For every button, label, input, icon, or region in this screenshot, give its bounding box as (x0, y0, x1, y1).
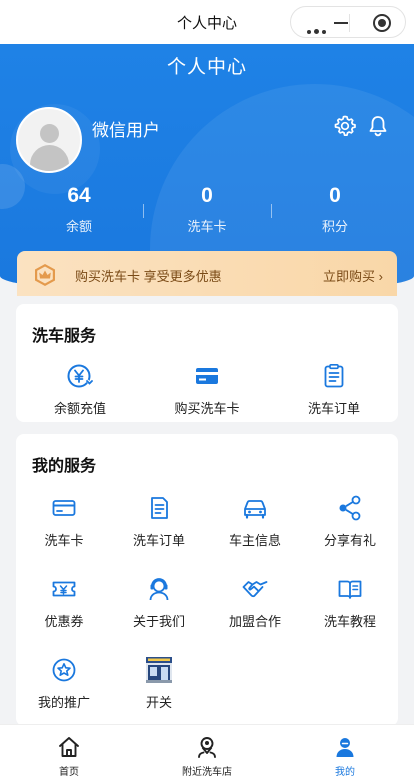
crown-badge-icon (35, 264, 55, 286)
stat-divider (271, 204, 272, 218)
service-person-icon (149, 578, 169, 601)
bell-icon[interactable] (366, 114, 390, 138)
home-icon (59, 737, 79, 757)
gear-icon[interactable] (333, 114, 357, 138)
location-person-icon (198, 737, 216, 758)
more-icon[interactable] (307, 21, 329, 39)
service-share-gift[interactable]: 分享有礼 (310, 494, 390, 549)
wash-services-card: 洗车服务 余额充值 购买洗车卡 洗车订单 (16, 304, 398, 422)
service-franchise[interactable]: 加盟合作 (215, 575, 295, 630)
chevron-right-icon: › (378, 269, 383, 284)
car-icon (244, 500, 266, 519)
stat-balance[interactable]: 64 余额 (14, 184, 144, 235)
service-switch[interactable]: 开关 (119, 656, 199, 711)
star-badge-icon (52, 658, 76, 682)
order-list-icon (151, 497, 168, 519)
clipboard-icon (324, 363, 344, 388)
close-capsule-icon[interactable] (373, 14, 391, 32)
service-wash-card[interactable]: 洗车卡 (24, 494, 104, 549)
coupon-icon (52, 581, 76, 597)
service-wash-orders[interactable]: 洗车订单 (296, 362, 372, 417)
promo-text: 购买洗车卡 享受更多优惠 (75, 269, 222, 284)
share-icon (339, 495, 361, 521)
shop-image-icon (146, 657, 172, 683)
card-icon (196, 368, 218, 384)
service-buy-card[interactable]: 购买洗车卡 (169, 362, 245, 417)
service-balance-recharge[interactable]: 余额充值 (42, 362, 118, 417)
miniprogram-capsule (290, 6, 406, 38)
tab-mine[interactable]: 我的 (285, 735, 405, 778)
my-services-card: 我的服务 洗车卡 洗车订单 车主信息 分享有礼 优惠券 关于我们 加盟合作 洗车… (16, 434, 398, 726)
promo-banner[interactable]: 购买洗车卡 享受更多优惠 立即购买 › (17, 251, 397, 296)
username[interactable]: 微信用户 (92, 116, 160, 141)
my-services-title: 我的服务 (32, 458, 97, 475)
yen-recharge-icon (67, 364, 94, 388)
service-order-list[interactable]: 洗车订单 (119, 494, 199, 549)
stat-wash-card[interactable]: 0 洗车卡 (142, 184, 272, 235)
buy-now-link[interactable]: 立即购买 › (323, 266, 383, 285)
service-tutorial[interactable]: 洗车教程 (310, 575, 390, 630)
minimize-icon[interactable] (334, 22, 348, 24)
handshake-icon (242, 581, 268, 598)
service-coupons[interactable]: 优惠券 (24, 575, 104, 630)
system-bar: 个人中心 (0, 0, 414, 44)
stats-row: 64 余额 0 洗车卡 0 积分 (0, 184, 414, 244)
wash-services-title: 洗车服务 (32, 328, 97, 345)
card-outline-icon (52, 500, 76, 516)
page-title: 个人中心 (166, 57, 247, 78)
service-my-promotion[interactable]: 我的推广 (24, 656, 104, 711)
stat-divider (143, 204, 144, 218)
service-about-us[interactable]: 关于我们 (119, 575, 199, 630)
tab-nearby-stores[interactable]: 附近洗车店 (147, 735, 267, 778)
profile-icon (336, 738, 354, 757)
tab-bar: 首页 附近洗车店 我的 (0, 724, 414, 780)
avatar[interactable] (16, 107, 82, 173)
service-owner-info[interactable]: 车主信息 (215, 494, 295, 549)
tab-home[interactable]: 首页 (9, 735, 129, 778)
stat-points[interactable]: 0 积分 (270, 184, 400, 235)
book-icon (338, 580, 362, 599)
